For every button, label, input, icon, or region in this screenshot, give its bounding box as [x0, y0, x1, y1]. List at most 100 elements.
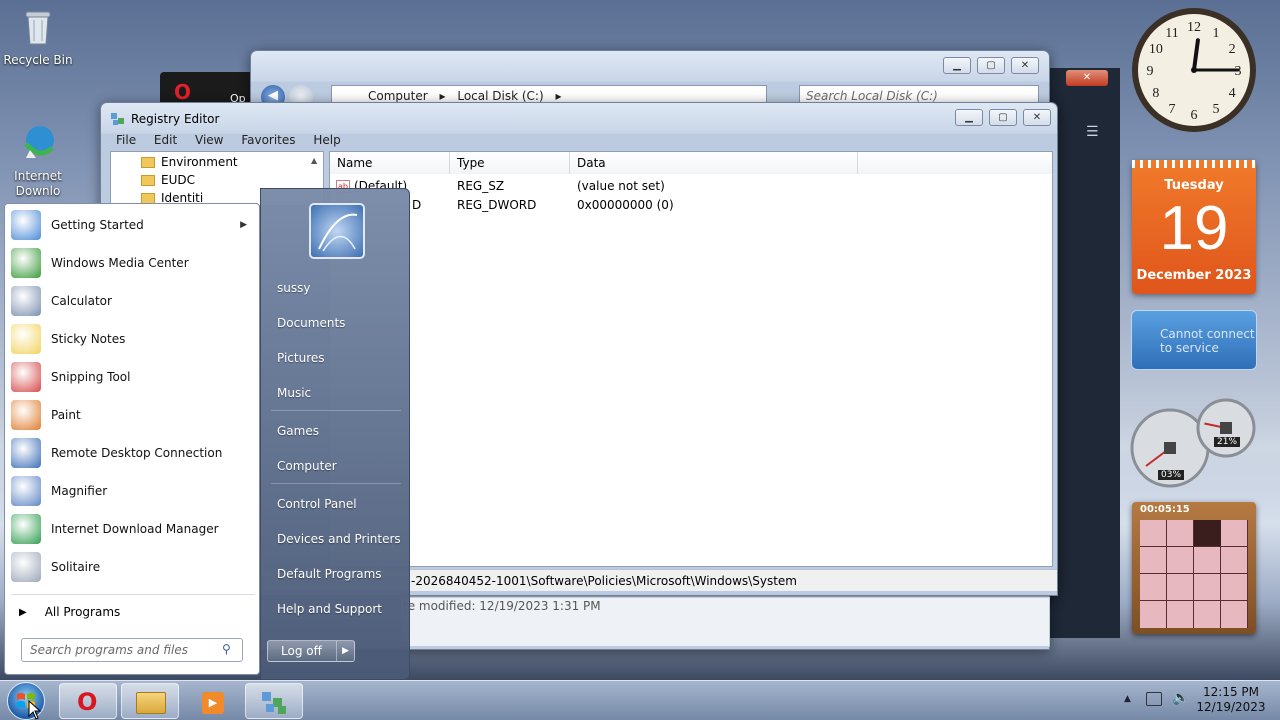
start-menu-place[interactable]: Computer	[277, 459, 337, 473]
start-menu-item[interactable]: Internet Download Manager	[11, 510, 255, 548]
start-menu-item[interactable]: Calculator	[11, 282, 255, 320]
start-search-input[interactable]: Search programs and files ⚲	[21, 638, 243, 662]
start-menu-place[interactable]: Control Panel	[277, 497, 357, 511]
start-menu-item[interactable]: Snipping Tool	[11, 358, 255, 396]
calendar-day: 19	[1159, 194, 1229, 263]
maximize-button[interactable]: ▢	[989, 109, 1017, 126]
start-menu-place[interactable]: Devices and Printers	[277, 532, 401, 546]
user-picture-icon	[318, 213, 358, 252]
weather-gadget[interactable]: Cannot connect to service	[1131, 310, 1257, 370]
volume-muted-icon[interactable]: 🔈	[1172, 690, 1189, 706]
start-menu-item[interactable]: Getting Started ▶	[11, 206, 255, 244]
table-row[interactable]: ab (Default) REG_SZ (value not set)	[330, 177, 1050, 196]
column-header-empty	[858, 152, 1052, 174]
table-row[interactable]: D REG_DWORD 0x00000000 (0)	[330, 196, 1050, 215]
puzzle-grid[interactable]	[1140, 520, 1248, 628]
logoff-button[interactable]: Log off ▶	[267, 640, 355, 662]
desktop-icon-idm[interactable]: Internet Downlo	[0, 122, 76, 199]
menu-view[interactable]: View	[195, 133, 223, 147]
menu-file[interactable]: File	[116, 133, 136, 147]
start-menu-item-label: Sticky Notes	[51, 332, 126, 346]
breadcrumb-computer[interactable]: Computer	[368, 89, 428, 103]
clock-numeral: 11	[1165, 26, 1178, 41]
program-icon	[11, 438, 41, 468]
desktop-icon-label: Internet Downlo	[14, 169, 62, 198]
program-icon	[11, 476, 41, 506]
start-menu-place[interactable]: sussy	[277, 281, 310, 295]
regedit-icon	[262, 692, 286, 714]
media-player-icon: ▶	[202, 692, 224, 714]
tree-item-label: EUDC	[161, 173, 195, 187]
minimize-button[interactable]: ▁	[955, 109, 983, 126]
close-button[interactable]: ✕	[1011, 57, 1039, 74]
value-data: 0x00000000 (0)	[577, 198, 674, 212]
taskbar-media-player[interactable]: ▶	[183, 683, 241, 719]
cpu-meter-gadget[interactable]: 03% 21%	[1130, 396, 1256, 488]
taskbar-regedit[interactable]	[245, 683, 303, 719]
desktop-icon-recycle-bin[interactable]: Recycle Bin	[0, 6, 76, 67]
network-icon[interactable]	[1146, 692, 1162, 706]
start-menu-item[interactable]: Remote Desktop Connection	[11, 434, 255, 472]
search-placeholder: Search programs and files	[30, 643, 188, 657]
column-header-type[interactable]: Type	[450, 152, 570, 174]
value-name: D	[412, 198, 422, 212]
arrow-right-icon[interactable]: ▶	[336, 641, 354, 661]
picture-puzzle-gadget[interactable]: 00:05:15	[1132, 502, 1256, 634]
calendar-binding	[1132, 160, 1256, 168]
start-menu-place[interactable]: Music	[277, 386, 311, 400]
registry-values-list[interactable]: Name Type Data ab (Default) REG_SZ (valu…	[329, 151, 1053, 567]
menu-icon[interactable]: ☰	[1086, 124, 1099, 140]
recycle-bin-icon	[25, 11, 51, 45]
search-icon[interactable]: ⚲	[222, 642, 231, 656]
show-hidden-icons[interactable]: ▲	[1124, 694, 1131, 704]
menu-favorites[interactable]: Favorites	[241, 133, 295, 147]
start-menu-place[interactable]: Documents	[277, 316, 345, 330]
column-header-data[interactable]: Data	[570, 152, 858, 174]
start-menu-item[interactable]: Solitaire	[11, 548, 255, 586]
menu-help[interactable]: Help	[313, 133, 340, 147]
puzzle-timer: 00:05:15	[1140, 504, 1190, 515]
start-menu-item[interactable]: Magnifier	[11, 472, 255, 510]
start-menu-item[interactable]: Paint	[11, 396, 255, 434]
clock-numeral: 7	[1169, 102, 1176, 117]
start-menu-item[interactable]: Sticky Notes	[11, 320, 255, 358]
start-menu-item-label: Snipping Tool	[51, 370, 131, 384]
start-menu-place[interactable]: Default Programs	[277, 567, 382, 581]
start-menu-place[interactable]: Games	[277, 424, 319, 438]
separator	[271, 483, 401, 484]
clock-numeral: 10	[1149, 42, 1163, 57]
column-header-name[interactable]: Name	[330, 152, 450, 174]
opera-icon: O	[174, 80, 192, 104]
all-programs-button[interactable]: ▶ All Programs	[19, 602, 120, 622]
value-type: REG_SZ	[457, 179, 505, 193]
calendar-month-year: December 2023	[1136, 268, 1252, 283]
close-button[interactable]: ✕	[1023, 109, 1051, 126]
tree-item-eudc[interactable]: EUDC	[141, 173, 195, 187]
user-avatar[interactable]	[309, 203, 365, 259]
system-clock[interactable]: 12:15 PM 12/19/2023	[1196, 685, 1266, 715]
tree-item-environment[interactable]: Environment	[141, 155, 238, 169]
start-menu-place[interactable]: Help and Support	[277, 602, 382, 616]
folder-icon	[141, 192, 155, 204]
calendar-weekday: Tuesday	[1164, 178, 1224, 193]
maximize-button[interactable]: ▢	[977, 57, 1005, 74]
scroll-up-icon[interactable]: ▲	[311, 156, 317, 165]
calendar-gadget[interactable]: Tuesday 19 December 2023	[1132, 160, 1256, 294]
taskbar-explorer[interactable]	[121, 683, 179, 719]
menu-edit[interactable]: Edit	[154, 133, 177, 147]
clock-gadget[interactable]: 123456789101112	[1130, 6, 1258, 134]
clock-numeral: 12	[1187, 20, 1201, 35]
taskbar-opera[interactable]: O	[59, 683, 117, 719]
desktop-icon-label: Recycle Bin	[3, 53, 73, 67]
all-programs-label: All Programs	[44, 605, 121, 619]
breadcrumb-local-disk[interactable]: Local Disk (C:)	[457, 89, 543, 103]
start-menu-item[interactable]: Windows Media Center	[11, 244, 255, 282]
mouse-cursor-icon	[28, 700, 42, 720]
close-icon[interactable]: ✕	[1066, 70, 1108, 86]
minimize-button[interactable]: ▁	[943, 57, 971, 74]
clock-numeral: 9	[1147, 64, 1154, 79]
separator	[271, 410, 401, 411]
start-menu-place[interactable]: Pictures	[277, 351, 325, 365]
start-menu-places: sussy Documents Pictures Music Games Computer…	[260, 188, 410, 680]
value-data: (value not set)	[577, 179, 665, 193]
